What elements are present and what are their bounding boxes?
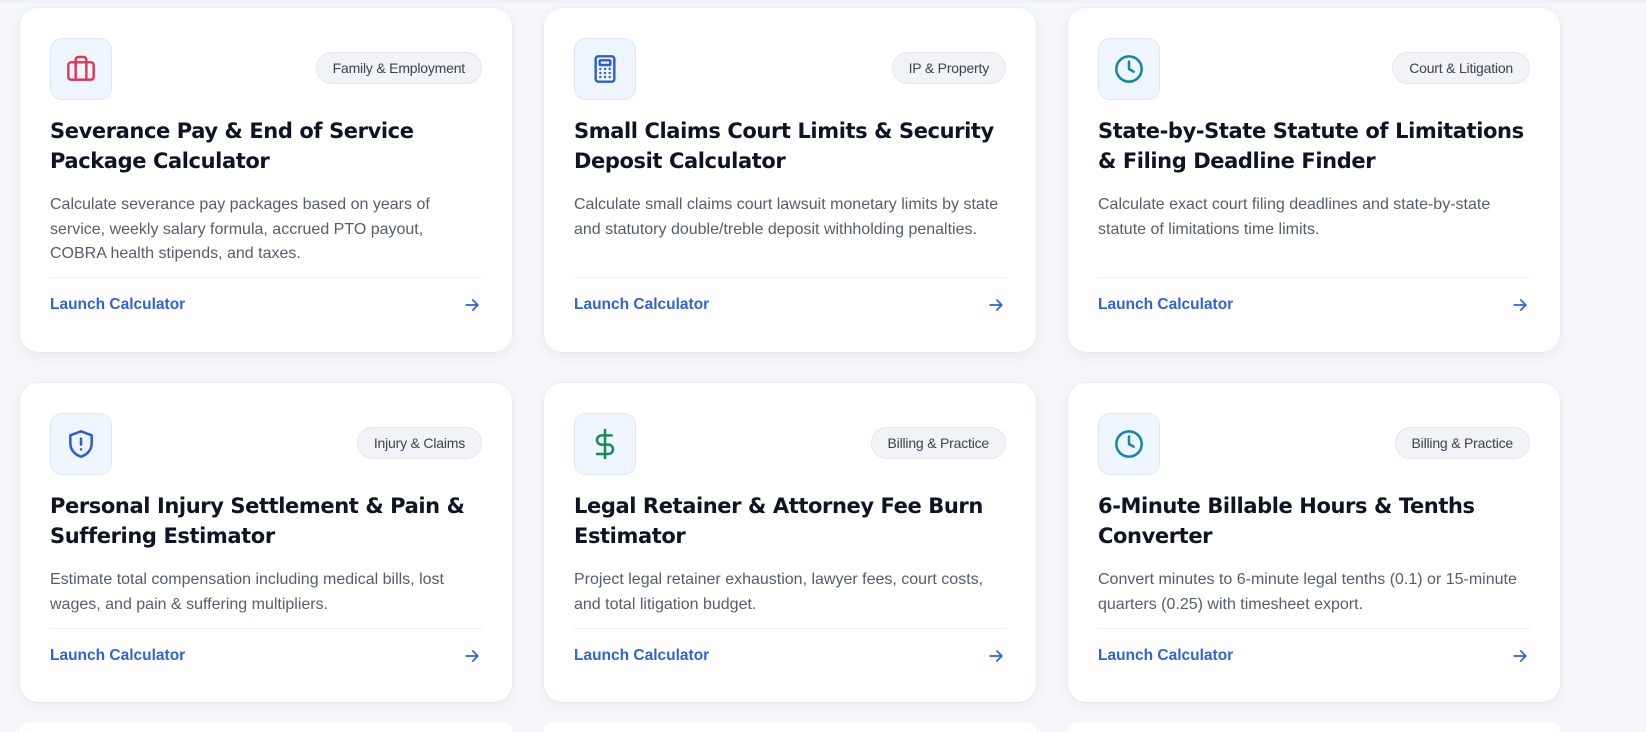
calculator-card-severance[interactable]: Family & Employment Severance Pay & End … [20, 8, 512, 352]
card-title: Personal Injury Settlement & Pain & Suff… [50, 494, 465, 548]
launch-calculator-link[interactable]: Launch Calculator [50, 296, 185, 314]
calculator-card-statute-limitations[interactable]: Court & Litigation State-by-State Statut… [1068, 8, 1560, 352]
launch-calculator-link[interactable]: Launch Calculator [1098, 296, 1233, 314]
calculator-card-personal-injury[interactable]: Injury & Claims Personal Injury Settleme… [20, 383, 512, 702]
next-card-edge [20, 722, 512, 732]
next-row-cards-edge [20, 722, 1560, 732]
card-header: Family & Employment [50, 38, 482, 100]
category-badge: Injury & Claims [356, 427, 482, 459]
dollar-icon [574, 413, 636, 475]
card-title: Severance Pay & End of Service Package C… [50, 119, 414, 173]
card-title: State-by-State Statute of Limitations & … [1098, 119, 1524, 173]
calculator-card-small-claims[interactable]: IP & Property Small Claims Court Limits … [544, 8, 1036, 352]
calculator-card-legal-retainer[interactable]: Billing & Practice Legal Retainer & Atto… [544, 383, 1036, 702]
category-badge: Billing & Practice [870, 427, 1006, 459]
card-header: Injury & Claims [50, 413, 482, 475]
arrow-right-icon[interactable] [462, 295, 482, 315]
card-title: Legal Retainer & Attorney Fee Burn Estim… [574, 494, 983, 548]
launch-calculator-link[interactable]: Launch Calculator [574, 296, 709, 314]
card-description: Calculate small claims court lawsuit mon… [574, 196, 999, 238]
arrow-right-icon[interactable] [1510, 646, 1530, 666]
card-footer: Launch Calculator [1098, 278, 1530, 332]
next-card-edge [1068, 722, 1560, 732]
launch-calculator-link[interactable]: Launch Calculator [50, 647, 185, 665]
calculator-icon [574, 38, 636, 100]
card-header: IP & Property [574, 38, 1006, 100]
next-card-edge [544, 722, 1036, 732]
category-badge: Billing & Practice [1394, 427, 1530, 459]
clock-icon [1098, 38, 1160, 100]
card-header: Court & Litigation [1098, 38, 1530, 100]
card-title: Small Claims Court Limits & Security Dep… [574, 119, 994, 173]
card-footer: Launch Calculator [50, 629, 482, 683]
category-badge: Court & Litigation [1392, 52, 1530, 84]
launch-calculator-link[interactable]: Launch Calculator [1098, 647, 1233, 665]
card-description: Project legal retainer exhaustion, lawye… [574, 571, 984, 613]
card-title: 6-Minute Billable Hours & Tenths Convert… [1098, 494, 1475, 548]
card-header: Billing & Practice [574, 413, 1006, 475]
category-badge: IP & Property [891, 52, 1006, 84]
card-description: Convert minutes to 6-minute legal tenths… [1098, 571, 1517, 613]
card-footer: Launch Calculator [50, 278, 482, 332]
arrow-right-icon[interactable] [1510, 295, 1530, 315]
card-footer: Launch Calculator [574, 278, 1006, 332]
category-badge: Family & Employment [315, 52, 482, 84]
calculator-grid: Family & Employment Severance Pay & End … [20, 8, 1560, 702]
card-description: Calculate exact court filing deadlines a… [1098, 196, 1491, 238]
briefcase-icon [50, 38, 112, 100]
top-divider [0, 0, 1646, 3]
calculator-card-billable-hours[interactable]: Billing & Practice 6-Minute Billable Hou… [1068, 383, 1560, 702]
arrow-right-icon[interactable] [986, 295, 1006, 315]
card-footer: Launch Calculator [574, 629, 1006, 683]
card-header: Billing & Practice [1098, 413, 1530, 475]
card-footer: Launch Calculator [1098, 629, 1530, 683]
shield-alert-icon [50, 413, 112, 475]
launch-calculator-link[interactable]: Launch Calculator [574, 647, 709, 665]
arrow-right-icon[interactable] [462, 646, 482, 666]
card-description: Calculate severance pay packages based o… [50, 196, 430, 262]
clock-icon [1098, 413, 1160, 475]
card-description: Estimate total compensation including me… [50, 571, 444, 613]
arrow-right-icon[interactable] [986, 646, 1006, 666]
